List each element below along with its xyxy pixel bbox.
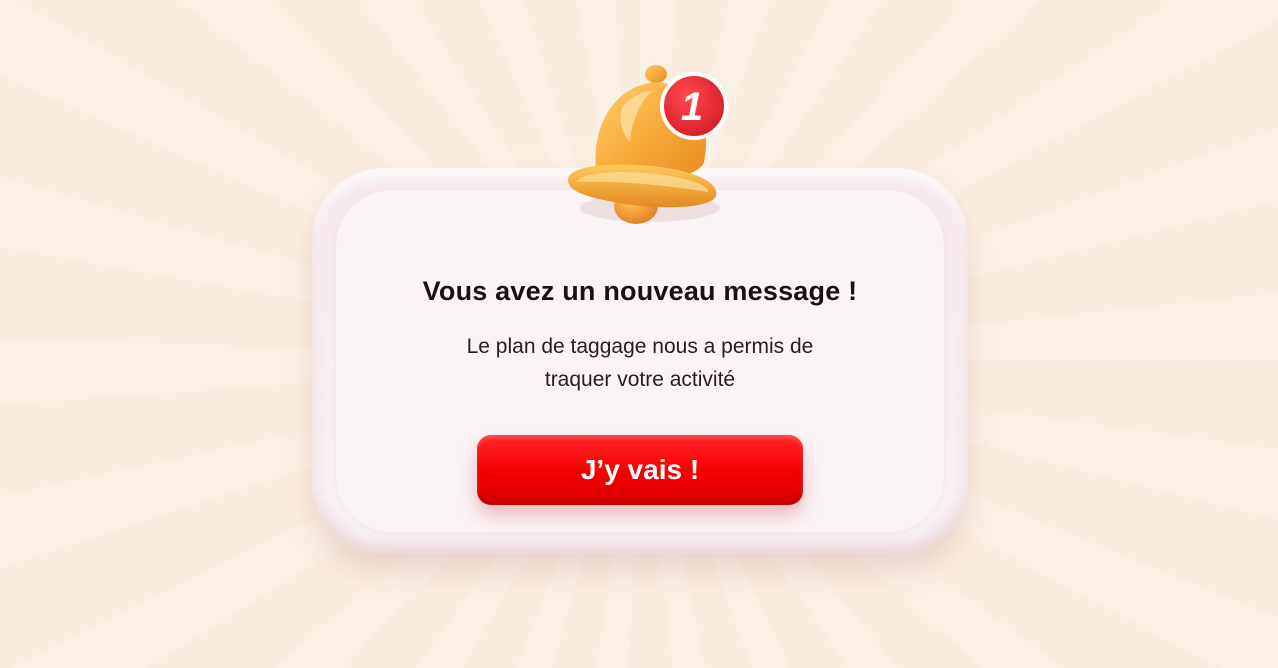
notification-badge-count: 1 (681, 85, 703, 129)
notification-message: Le plan de taggage nous a permis de traq… (466, 335, 814, 391)
bell-icon: 1 (568, 65, 728, 224)
go-button[interactable]: J’y vais ! (477, 435, 803, 505)
notification-title: Vous avez un nouveau message ! (422, 276, 858, 306)
